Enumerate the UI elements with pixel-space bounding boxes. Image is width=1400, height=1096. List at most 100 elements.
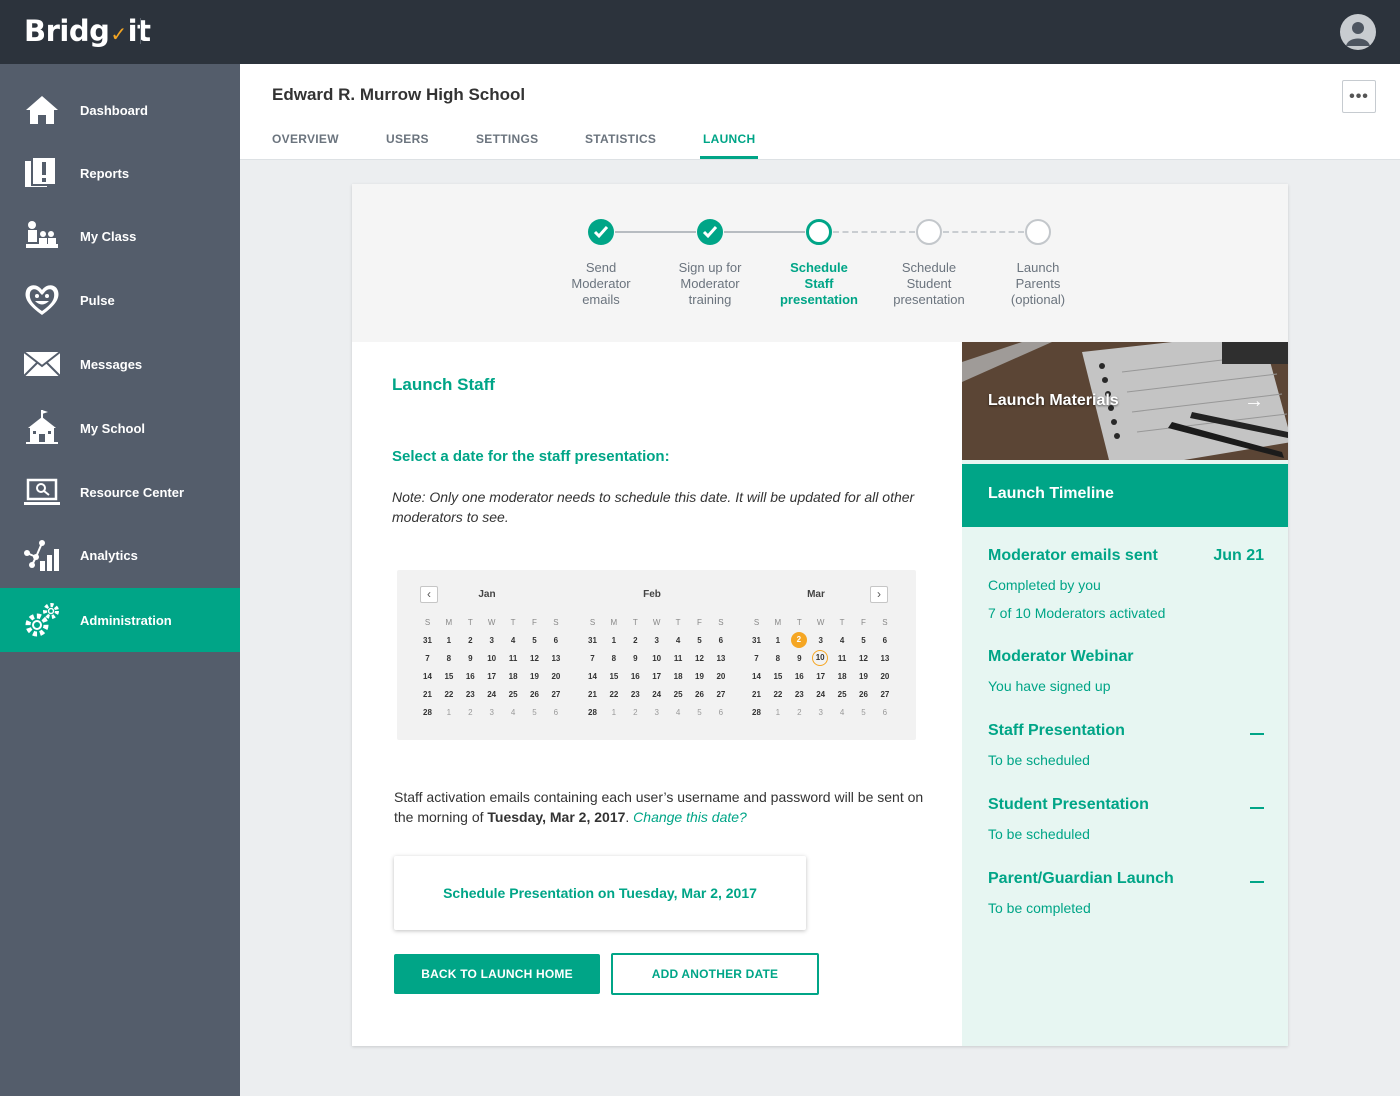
calendar-day[interactable]: 2 (790, 632, 807, 648)
sidebar-item-resource-center[interactable]: Resource Center (0, 460, 240, 524)
calendar-day[interactable]: 28 (746, 708, 767, 717)
calendar-day[interactable]: 18 (832, 672, 853, 681)
calendar-day[interactable]: 7 (417, 654, 438, 663)
calendar-day[interactable]: 21 (582, 690, 603, 699)
calendar-day[interactable]: 3 (810, 636, 831, 645)
change-date-link[interactable]: Change this date? (633, 809, 747, 825)
calendar-day[interactable]: 20 (545, 672, 566, 681)
calendar-day[interactable]: 12 (853, 654, 874, 663)
calendar-day[interactable]: 15 (603, 672, 624, 681)
sidebar-item-analytics[interactable]: Analytics (0, 523, 240, 587)
calendar-day[interactable]: 3 (481, 708, 502, 717)
calendar-day[interactable]: 6 (545, 636, 566, 645)
calendar-day[interactable]: 17 (481, 672, 502, 681)
calendar-day[interactable]: 1 (603, 636, 624, 645)
calendar-day[interactable]: 28 (582, 708, 603, 717)
calendar-day[interactable]: 17 (646, 672, 667, 681)
calendar-day[interactable]: 27 (545, 690, 566, 699)
calendar-day[interactable]: 12 (524, 654, 545, 663)
calendar-day[interactable]: 15 (767, 672, 788, 681)
calendar-day[interactable]: 14 (746, 672, 767, 681)
step-3-indicator[interactable] (806, 219, 832, 245)
calendar-day[interactable]: 1 (767, 708, 788, 717)
calendar-day[interactable]: 5 (853, 636, 874, 645)
calendar-day[interactable]: 14 (582, 672, 603, 681)
calendar-day[interactable]: 3 (810, 708, 831, 717)
calendar-day[interactable]: 4 (503, 708, 524, 717)
calendar-day[interactable]: 17 (810, 672, 831, 681)
calendar-day[interactable]: 26 (689, 690, 710, 699)
calendar-day[interactable]: 8 (603, 654, 624, 663)
calendar-day[interactable]: 22 (603, 690, 624, 699)
calendar-day[interactable]: 16 (625, 672, 646, 681)
calendar-day[interactable]: 4 (503, 636, 524, 645)
step-5-indicator[interactable] (1025, 219, 1051, 245)
tab-users[interactable]: USERS (386, 132, 429, 146)
step-1-indicator[interactable] (588, 219, 614, 245)
calendar-day[interactable]: 13 (710, 654, 731, 663)
calendar-day[interactable]: 7 (582, 654, 603, 663)
calendar-day[interactable]: 2 (789, 708, 810, 717)
calendar-day[interactable]: 5 (524, 708, 545, 717)
calendar-day[interactable]: 25 (832, 690, 853, 699)
sidebar-item-pulse[interactable]: Pulse (0, 268, 240, 332)
sidebar-item-messages[interactable]: Messages (0, 332, 240, 396)
step-4-indicator[interactable] (916, 219, 942, 245)
calendar-day[interactable]: 8 (438, 654, 459, 663)
calendar-day[interactable]: 5 (689, 708, 710, 717)
calendar-day[interactable]: 4 (832, 636, 853, 645)
schedule-presentation-button[interactable]: Schedule Presentation on Tuesday, Mar 2,… (394, 856, 806, 930)
calendar-day[interactable]: 21 (746, 690, 767, 699)
calendar-day[interactable]: 19 (524, 672, 545, 681)
calendar-day[interactable]: 21 (417, 690, 438, 699)
calendar-day[interactable]: 6 (874, 708, 895, 717)
calendar-day[interactable]: 18 (503, 672, 524, 681)
calendar-day[interactable]: 3 (646, 636, 667, 645)
calendar-day[interactable]: 6 (710, 636, 731, 645)
tab-settings[interactable]: SETTINGS (476, 132, 538, 146)
calendar-day[interactable]: 12 (689, 654, 710, 663)
calendar-day[interactable]: 19 (689, 672, 710, 681)
calendar-day[interactable]: 9 (625, 654, 646, 663)
calendar-day[interactable]: 22 (767, 690, 788, 699)
calendar-day[interactable]: 11 (668, 654, 689, 663)
calendar-day[interactable]: 3 (481, 636, 502, 645)
calendar-day[interactable]: 7 (746, 654, 767, 663)
calendar-day[interactable]: 8 (767, 654, 788, 663)
calendar-day[interactable]: 24 (810, 690, 831, 699)
calendar-day[interactable]: 1 (438, 708, 459, 717)
calendar-day[interactable]: 19 (853, 672, 874, 681)
calendar-day[interactable]: 5 (524, 636, 545, 645)
calendar-day[interactable]: 28 (417, 708, 438, 717)
calendar-day[interactable]: 23 (789, 690, 810, 699)
calendar-day[interactable]: 27 (710, 690, 731, 699)
calendar-day[interactable]: 16 (460, 672, 481, 681)
calendar-day[interactable]: 13 (874, 654, 895, 663)
calendar-day[interactable]: 11 (503, 654, 524, 663)
calendar-day[interactable]: 1 (603, 708, 624, 717)
calendar-day[interactable]: 24 (646, 690, 667, 699)
calendar-day[interactable]: 25 (503, 690, 524, 699)
calendar-day[interactable]: 18 (668, 672, 689, 681)
calendar-day[interactable]: 1 (767, 636, 788, 645)
calendar-day[interactable]: 20 (710, 672, 731, 681)
sidebar-item-dashboard[interactable]: Dashboard (0, 78, 240, 142)
calendar-day[interactable]: 4 (668, 636, 689, 645)
calendar-day[interactable]: 5 (853, 708, 874, 717)
calendar-day[interactable]: 11 (832, 654, 853, 663)
add-another-date-button[interactable]: ADD ANOTHER DATE (611, 953, 819, 995)
calendar-day[interactable]: 10 (812, 650, 829, 666)
calendar-day[interactable]: 10 (481, 654, 502, 663)
calendar-day[interactable]: 25 (668, 690, 689, 699)
sidebar-item-my-class[interactable]: My Class (0, 204, 240, 268)
calendar-day[interactable]: 2 (460, 708, 481, 717)
calendar-day[interactable]: 13 (545, 654, 566, 663)
sidebar-item-my-school[interactable]: My School (0, 396, 240, 460)
calendar-day[interactable]: 2 (460, 636, 481, 645)
calendar-day[interactable]: 14 (417, 672, 438, 681)
calendar-day[interactable]: 3 (646, 708, 667, 717)
more-options-button[interactable]: ••• (1342, 80, 1376, 113)
user-avatar[interactable] (1340, 14, 1376, 50)
calendar-day[interactable]: 9 (460, 654, 481, 663)
calendar-day[interactable]: 24 (481, 690, 502, 699)
